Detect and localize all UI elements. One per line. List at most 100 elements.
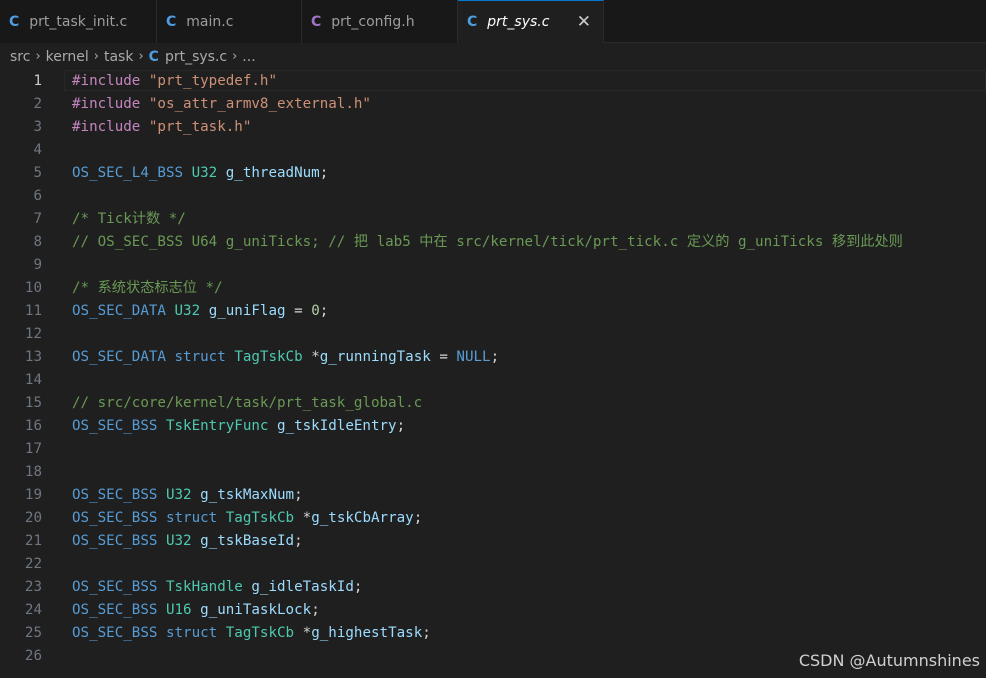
code-text: OS_SEC_BSS U32 g_tskBaseId; [72,530,303,553]
code-token: g_idleTaskId [251,579,354,595]
code-line[interactable]: 1 #include "prt_typedef.h" [0,70,986,93]
code-token: TagTskCb [225,625,295,641]
tab-main-c[interactable]: Cmain.c [157,0,302,43]
code-line[interactable]: 23 OS_SEC_BSS TskHandle g_idleTaskId; [0,576,986,599]
code-token: OS_SEC_BSS [72,418,158,434]
breadcrumb-task[interactable]: task [104,49,133,65]
code-line[interactable]: 12 [0,323,986,346]
code-line[interactable]: 22 [0,553,986,576]
code-token: #include [72,96,141,112]
code-token: TagTskCb [225,510,295,526]
code-token: g_threadNum [225,165,320,181]
code-token: g_tskIdleEntry [277,418,397,434]
code-token: ; [422,625,431,641]
code-line[interactable]: 24 OS_SEC_BSS U16 g_uniTaskLock; [0,599,986,622]
c-header-file-icon: C [311,13,322,30]
breadcrumb-kernel[interactable]: kernel [46,49,89,65]
code-token: struct [165,625,218,641]
tab-label: main.c [186,13,234,30]
code-token: OS_SEC_BSS [72,487,158,503]
tab-prt-task-init-c[interactable]: Cprt_task_init.c [0,0,157,43]
code-token: "os_attr_armv8_external.h" [148,96,371,112]
code-line[interactable]: 6 [0,185,986,208]
line-number: 8 [33,234,42,250]
line-number: 16 [24,418,42,434]
code-line[interactable]: 3 #include "prt_task.h" [0,116,986,139]
code-token: g_runningTask [319,349,431,365]
code-token: struct [165,510,218,526]
code-token: ; [294,487,303,503]
code-text: OS_SEC_BSS U32 g_tskMaxNum; [72,484,303,507]
close-tab-icon[interactable]: ✕ [577,12,591,32]
code-line[interactable]: 8 // OS_SEC_BSS U64 g_uniTicks; // 把 lab5… [0,231,986,254]
code-line[interactable]: 4 [0,139,986,162]
code-line[interactable]: 2 #include "os_attr_armv8_external.h" [0,93,986,116]
code-token: g_tskBaseId [200,533,295,549]
code-token: U32 [191,165,218,181]
code-line[interactable]: 20 OS_SEC_BSS struct TagTskCb *g_tskCbArr… [0,507,986,530]
tab-label: prt_sys.c [487,14,550,30]
code-editor[interactable]: 1 #include "prt_typedef.h" 2 #include "os_a… [0,70,986,678]
code-token: #include [72,73,141,89]
code-text: #include "prt_typedef.h" [72,70,277,93]
tab-prt-sys-c[interactable]: Cprt_sys.c ✕ [458,0,604,43]
code-line[interactable]: 15 // src/core/kernel/task/prt_task_globa… [0,392,986,415]
line-number: 9 [33,257,42,273]
line-number: 7 [33,211,42,227]
code-line[interactable]: 5 OS_SEC_L4_BSS U32 g_threadNum; [0,162,986,185]
code-line[interactable]: 21 OS_SEC_BSS U32 g_tskBaseId; [0,530,986,553]
code-token: struct [174,349,226,365]
line-number: 23 [24,579,42,595]
line-number: 5 [33,165,42,181]
code-token: g_tskMaxNum [200,487,295,503]
code-line[interactable]: 7 /* Tick计数 */ [0,208,986,231]
code-token: TagTskCb [234,349,303,365]
c-file-icon: C [148,48,159,65]
code-line[interactable]: 13 OS_SEC_DATA struct TagTskCb *g_running… [0,346,986,369]
code-line[interactable]: 19 OS_SEC_BSS U32 g_tskMaxNum; [0,484,986,507]
code-line[interactable]: 16 OS_SEC_BSS TskEntryFunc g_tskIdleEntry… [0,415,986,438]
code-line[interactable]: 14 [0,369,986,392]
code-token: ; [319,303,329,319]
line-number: 19 [24,487,42,503]
code-text: OS_SEC_BSS TskHandle g_idleTaskId; [72,576,362,599]
tab-prt-config-h[interactable]: Cprt_config.h [302,0,458,43]
chevron-right-icon: › [138,49,144,64]
code-text: /* 系统状态标志位 */ [72,277,223,300]
breadcrumb-src[interactable]: src [10,49,30,65]
code-line[interactable]: 11 OS_SEC_DATA U32 g_uniFlag = 0; [0,300,986,323]
line-number: 11 [24,303,42,319]
chevron-right-icon: › [35,49,41,64]
code-line[interactable]: 10 /* 系统状态标志位 */ [0,277,986,300]
code-line[interactable]: 9 [0,254,986,277]
code-token: U16 [165,602,192,618]
code-token: ; [319,165,329,181]
code-line[interactable]: 25 OS_SEC_BSS struct TagTskCb *g_highestT… [0,622,986,645]
code-token: ; [294,533,303,549]
line-number: 6 [33,188,42,204]
line-number: 4 [33,142,42,158]
code-line[interactable]: 17 [0,438,986,461]
code-token: OS_SEC_BSS [72,579,158,595]
code-token: ; [490,349,500,365]
breadcrumb-file[interactable]: prt_sys.c [165,49,227,65]
code-text: OS_SEC_BSS struct TagTskCb *g_highestTas… [72,622,431,645]
code-token: OS_SEC_BSS [72,510,158,526]
tab-label: prt_task_init.c [29,13,128,30]
code-line[interactable]: 18 [0,461,986,484]
code-token: /* 系统状态标志位 */ [72,280,223,296]
line-number: 13 [24,349,42,365]
line-number: 2 [33,96,42,112]
code-token: U32 [174,303,201,319]
code-token: * [294,510,312,526]
breadcrumb-ellipsis[interactable]: ... [242,49,255,65]
line-number: 10 [24,280,42,296]
code-text: /* Tick计数 */ [72,208,186,231]
